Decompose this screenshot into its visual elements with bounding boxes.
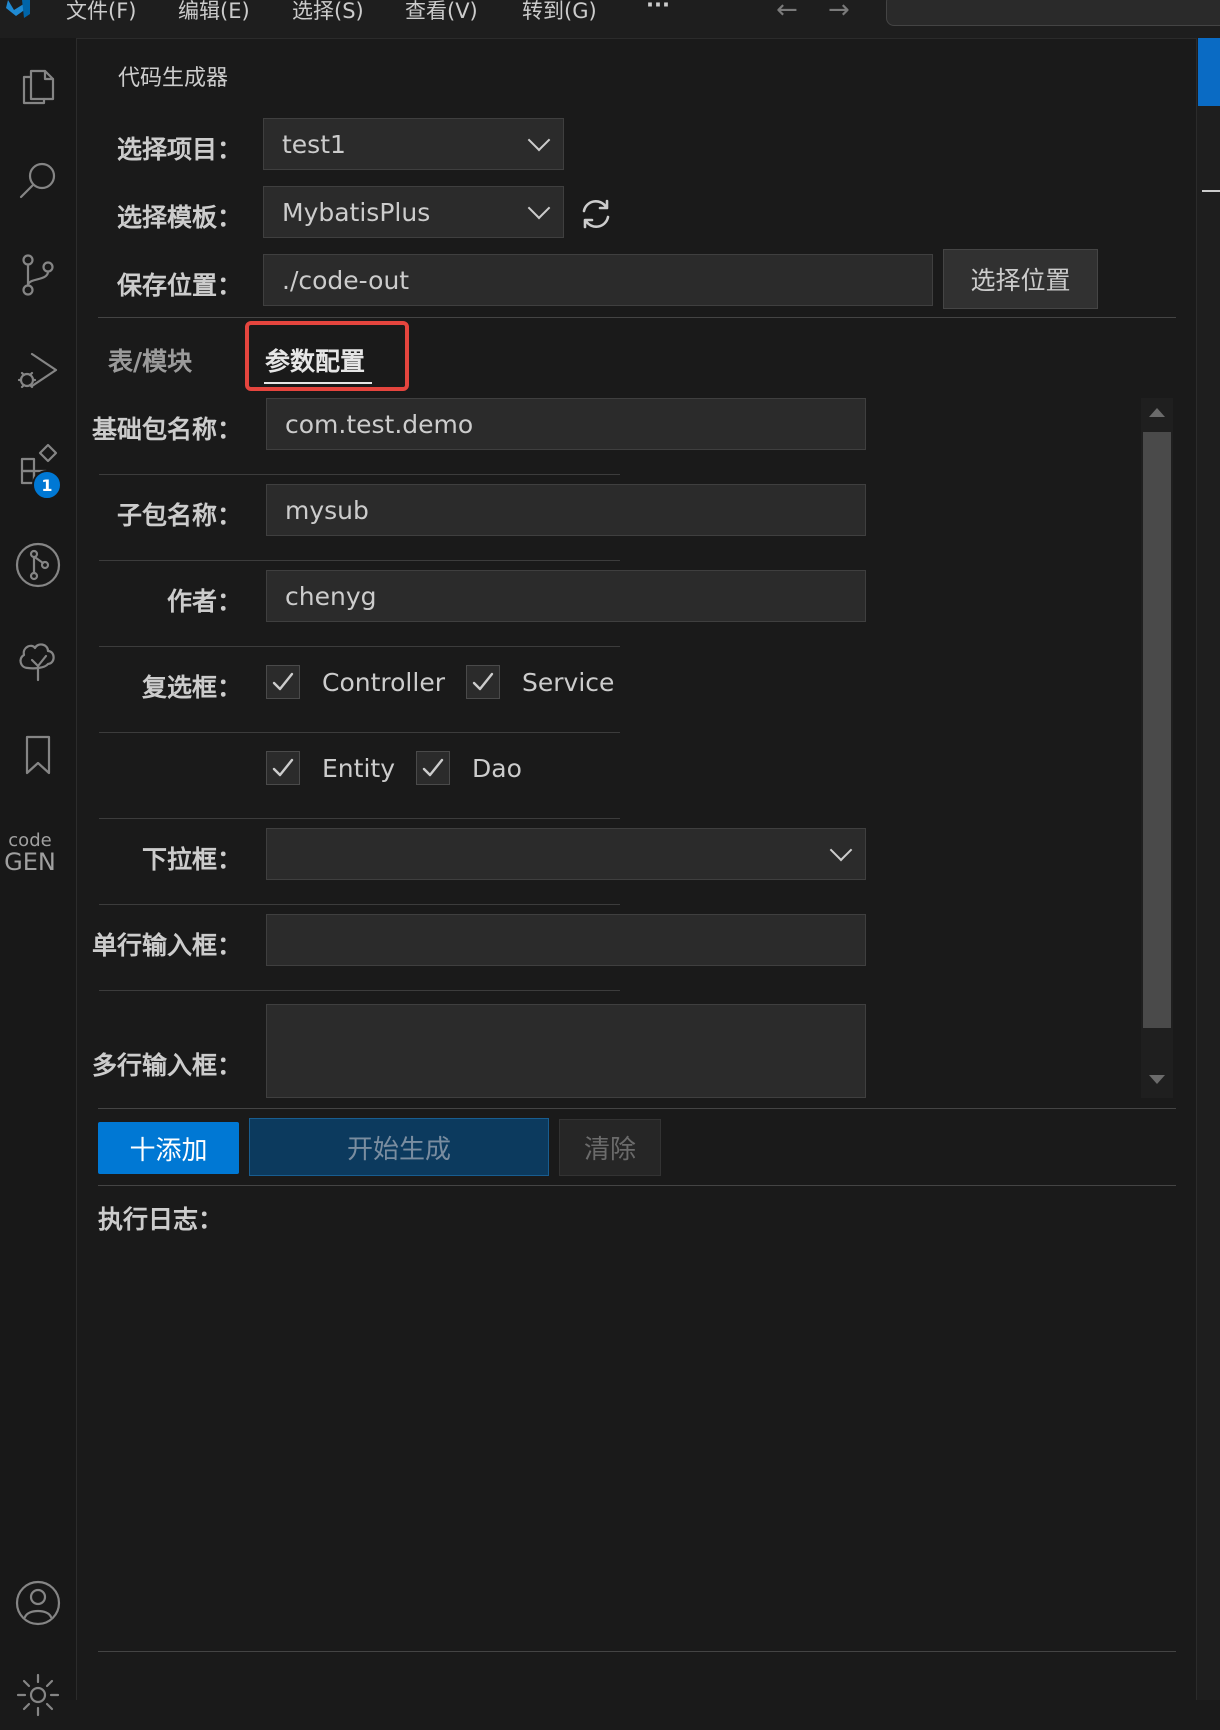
checkbox-entity-label: Entity	[322, 754, 395, 783]
multi-input-label: 多行输入框：	[91, 1051, 242, 1080]
row-divider	[99, 990, 620, 991]
single-line-input[interactable]	[266, 914, 866, 966]
row-divider	[99, 646, 620, 647]
menu-file[interactable]: 文件(F)	[66, 0, 136, 22]
vscode-logo-icon	[6, 0, 30, 18]
checkbox-entity[interactable]	[266, 751, 300, 785]
source-control-icon[interactable]	[0, 240, 76, 310]
menu-edit[interactable]: 编辑(E)	[178, 0, 250, 22]
row-divider	[99, 474, 620, 475]
base-package-input[interactable]: com.test.demo	[266, 398, 866, 450]
checkbox-service-label: Service	[522, 668, 615, 697]
tree-icon[interactable]	[0, 625, 76, 695]
dropdown-label: 下拉框：	[141, 845, 242, 874]
row-divider	[99, 904, 620, 905]
chevron-down-icon	[829, 838, 853, 862]
row-divider	[99, 732, 620, 733]
checkbox-dao[interactable]	[416, 751, 450, 785]
nav-back-icon[interactable]: ←	[776, 0, 798, 23]
check-icon	[272, 758, 294, 777]
account-icon[interactable]	[0, 1568, 76, 1638]
checkbox-dao-label: Dao	[472, 754, 522, 783]
single-input-label: 单行输入框：	[91, 931, 242, 960]
editor-edge	[1196, 38, 1220, 1700]
codegen-line2: GEN	[4, 848, 56, 876]
command-center-search[interactable]	[886, 0, 1220, 26]
base-package-value: com.test.demo	[285, 409, 474, 439]
execution-log-label: 执行日志：	[98, 1205, 224, 1234]
save-location-label: 保存位置：	[116, 271, 242, 300]
refresh-icon[interactable]	[578, 196, 614, 232]
run-debug-icon[interactable]	[0, 335, 76, 405]
row-divider	[99, 818, 620, 819]
project-label: 选择项目：	[116, 135, 242, 164]
save-location-input[interactable]: ./code-out	[263, 254, 933, 306]
check-icon	[422, 758, 444, 777]
scroll-down-arrow-icon[interactable]	[1149, 1075, 1165, 1084]
clear-button[interactable]: 清除	[559, 1119, 661, 1176]
author-label: 作者：	[166, 587, 242, 616]
log-bottom-divider	[98, 1651, 1176, 1652]
multi-line-textarea[interactable]	[266, 1004, 866, 1098]
menu-more[interactable]: ···	[646, 0, 670, 16]
editor-edge-mark	[1202, 190, 1220, 192]
extensions-badge: 1	[32, 470, 62, 500]
sub-package-label: 子包名称：	[116, 501, 242, 530]
sub-package-input[interactable]: mysub	[266, 484, 866, 536]
dropdown-select[interactable]	[266, 828, 866, 880]
author-input[interactable]: chenyg	[266, 570, 866, 622]
header-divider	[98, 317, 1176, 318]
highlight-annotation-box	[245, 321, 409, 391]
editor-scroll-thumb[interactable]	[1198, 38, 1220, 106]
checkbox-controller-label: Controller	[322, 668, 445, 697]
check-icon	[472, 672, 494, 691]
row-divider	[99, 560, 620, 561]
check-icon	[272, 672, 294, 691]
execution-log-area	[98, 1240, 1176, 1640]
start-generate-button[interactable]: 开始生成	[249, 1118, 549, 1176]
checkbox-service[interactable]	[466, 665, 500, 699]
menu-view[interactable]: 查看(V)	[405, 0, 478, 22]
explorer-icon[interactable]	[0, 50, 76, 120]
checkbox-controller[interactable]	[266, 665, 300, 699]
choose-location-button[interactable]: 选择位置	[943, 249, 1098, 309]
nav-forward-icon[interactable]: →	[828, 0, 850, 23]
panel-title: 代码生成器	[118, 66, 229, 91]
add-button[interactable]: 十添加	[98, 1122, 239, 1174]
form-scrollbar-thumb[interactable]	[1143, 432, 1171, 1028]
chevron-down-icon	[527, 196, 551, 220]
form-bottom-divider	[98, 1108, 1176, 1109]
template-select[interactable]: MybatisPlus	[263, 186, 564, 238]
actions-divider	[98, 1185, 1176, 1186]
search-icon[interactable]	[0, 145, 76, 215]
git-graph-icon[interactable]	[0, 530, 76, 600]
tab-table-module[interactable]: 表/模块	[108, 342, 192, 378]
base-package-label: 基础包名称：	[91, 415, 242, 444]
author-value: chenyg	[285, 581, 377, 611]
project-select-value: test1	[282, 129, 346, 159]
template-select-value: MybatisPlus	[282, 197, 431, 227]
settings-gear-icon[interactable]	[0, 1660, 76, 1730]
checkbox-label: 复选框：	[141, 673, 242, 702]
sub-package-value: mysub	[285, 495, 369, 525]
bookmark-icon[interactable]	[0, 720, 76, 790]
project-select[interactable]: test1	[263, 118, 564, 170]
template-label: 选择模板：	[116, 203, 242, 232]
title-menu-bar: 文件(F) 编辑(E) 选择(S) 查看(V) 转到(G) ··· ← →	[0, 0, 1220, 39]
scroll-up-arrow-icon[interactable]	[1149, 408, 1165, 417]
menu-goto[interactable]: 转到(G)	[522, 0, 597, 22]
codegen-extension-icon[interactable]: code GEN	[0, 832, 60, 876]
menu-selection[interactable]: 选择(S)	[292, 0, 364, 22]
save-location-value: ./code-out	[282, 265, 410, 295]
chevron-down-icon	[527, 128, 551, 152]
